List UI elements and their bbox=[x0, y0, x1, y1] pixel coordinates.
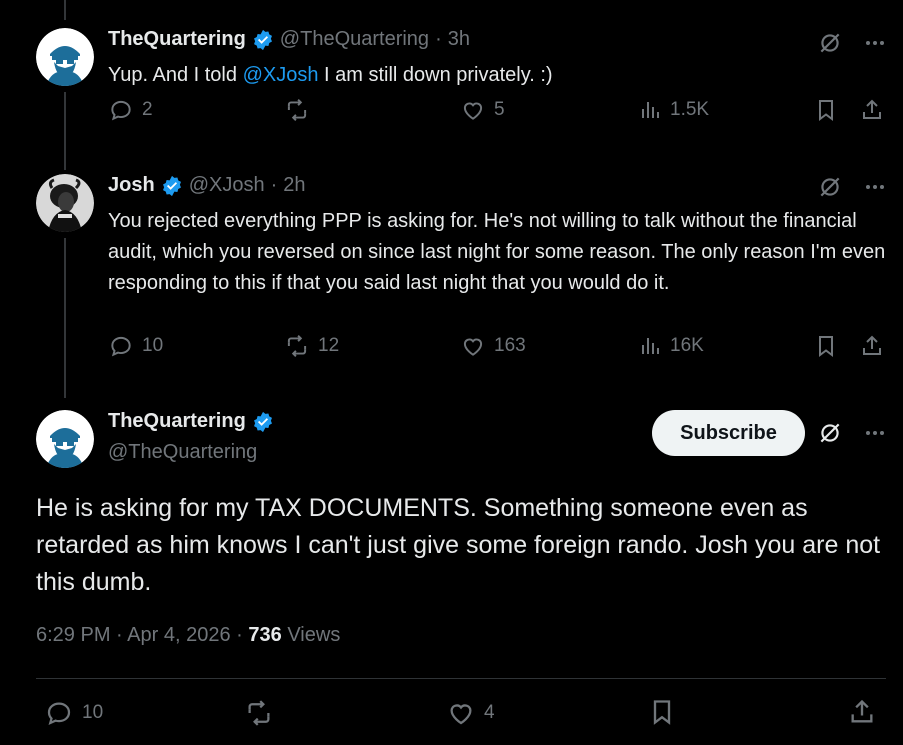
more-icon[interactable] bbox=[863, 175, 887, 199]
repost-button[interactable] bbox=[284, 97, 318, 123]
tweet-header: TheQuartering @TheQuartering · 3h bbox=[108, 28, 470, 51]
tweet-text-part: I am still down privately. :) bbox=[318, 64, 553, 86]
repost-icon bbox=[248, 700, 270, 726]
bookmark-icon[interactable] bbox=[648, 698, 676, 726]
more-icon[interactable] bbox=[863, 421, 887, 445]
author-name[interactable]: TheQuartering bbox=[108, 28, 246, 51]
like-count: 5 bbox=[494, 99, 505, 120]
author-name[interactable]: Josh bbox=[108, 174, 155, 197]
like-button[interactable]: 4 bbox=[446, 698, 495, 728]
like-button[interactable]: 5 bbox=[460, 97, 505, 123]
reply-count: 10 bbox=[142, 335, 164, 356]
separator-dot: · bbox=[116, 624, 123, 646]
repost-icon bbox=[287, 99, 307, 121]
post-date[interactable]: Apr 4, 2026 bbox=[127, 624, 230, 646]
avatar-main-thequartering[interactable] bbox=[36, 410, 94, 468]
tweet-1[interactable]: TheQuartering @TheQuartering · 3h Yup. A… bbox=[0, 0, 903, 160]
mention-link[interactable]: @XJosh bbox=[243, 64, 319, 86]
heart-icon bbox=[463, 338, 483, 356]
tweet-header: Josh @XJosh · 2h bbox=[108, 174, 306, 197]
heart-icon bbox=[450, 704, 472, 725]
main-author-handle[interactable]: @TheQuartering bbox=[108, 441, 257, 464]
like-count: 163 bbox=[494, 335, 526, 356]
main-handle-row: @TheQuartering bbox=[108, 441, 257, 464]
views-count: 16K bbox=[670, 335, 704, 356]
tweet-2[interactable]: Josh @XJosh · 2h You rejected everything… bbox=[0, 170, 903, 400]
tweet-text-part: Yup. And I told bbox=[108, 64, 243, 86]
separator-dot: · bbox=[435, 28, 442, 50]
main-tweet-header: TheQuartering bbox=[108, 410, 274, 433]
main-tweet-meta: 6:29 PM · Apr 4, 2026 · 736 Views bbox=[36, 624, 340, 647]
separator-dot: · bbox=[236, 624, 243, 646]
grok-icon[interactable] bbox=[817, 30, 843, 56]
tweet-text: Yup. And I told @XJosh I am still down p… bbox=[108, 60, 888, 91]
author-handle[interactable]: @TheQuartering bbox=[280, 28, 429, 51]
views-count: 736 bbox=[248, 624, 282, 646]
tweet-time[interactable]: 2h bbox=[283, 174, 305, 197]
bookmark-icon[interactable] bbox=[814, 98, 838, 122]
reply-button[interactable]: 2 bbox=[108, 97, 153, 123]
separator-dot: · bbox=[270, 174, 278, 196]
reply-count: 2 bbox=[142, 99, 153, 120]
more-icon[interactable] bbox=[863, 31, 887, 55]
views-button[interactable]: 16K bbox=[638, 334, 704, 358]
repost-count: 12 bbox=[318, 335, 340, 356]
grok-icon[interactable] bbox=[817, 174, 843, 200]
tweet-time[interactable]: 3h bbox=[448, 28, 470, 51]
tweet-top-actions bbox=[817, 174, 887, 200]
main-top-actions bbox=[817, 420, 887, 446]
tweet-text: You rejected everything PPP is asking fo… bbox=[108, 210, 886, 294]
like-count: 4 bbox=[484, 702, 495, 723]
analytics-icon bbox=[642, 102, 659, 118]
divider bbox=[36, 678, 886, 679]
tweet-top-actions bbox=[817, 30, 887, 56]
reply-icon bbox=[111, 336, 131, 357]
reply-icon bbox=[47, 702, 71, 725]
repost-button[interactable] bbox=[244, 698, 274, 728]
main-author-name[interactable]: TheQuartering bbox=[108, 410, 246, 433]
analytics-icon bbox=[642, 338, 659, 354]
share-icon[interactable] bbox=[848, 698, 876, 726]
author-handle[interactable]: @XJosh bbox=[189, 174, 265, 197]
heart-icon bbox=[463, 102, 483, 120]
verified-icon bbox=[253, 29, 272, 50]
views-count: 1.5K bbox=[670, 99, 710, 120]
subscribe-button[interactable]: Subscribe bbox=[652, 410, 805, 456]
verified-icon bbox=[162, 175, 181, 196]
post-time[interactable]: 6:29 PM bbox=[36, 624, 110, 646]
reply-button[interactable]: 10 bbox=[108, 333, 163, 359]
avatar-thequartering[interactable] bbox=[36, 28, 94, 86]
verified-icon bbox=[253, 411, 272, 432]
reply-count: 10 bbox=[82, 702, 104, 723]
repost-icon bbox=[287, 335, 307, 357]
views-button[interactable]: 1.5K bbox=[638, 98, 709, 122]
repost-button[interactable]: 12 bbox=[284, 333, 339, 359]
main-tweet-text: He is asking for my TAX DOCUMENTS. Somet… bbox=[36, 494, 881, 596]
avatar-josh[interactable] bbox=[36, 174, 94, 232]
bookmark-icon[interactable] bbox=[814, 334, 838, 358]
grok-icon[interactable] bbox=[817, 420, 843, 446]
views-label: Views bbox=[287, 624, 341, 646]
share-icon[interactable] bbox=[860, 334, 884, 358]
reply-icon bbox=[111, 100, 131, 121]
like-button[interactable]: 163 bbox=[460, 333, 526, 359]
share-icon[interactable] bbox=[860, 98, 884, 122]
reply-button[interactable]: 10 bbox=[44, 698, 103, 728]
